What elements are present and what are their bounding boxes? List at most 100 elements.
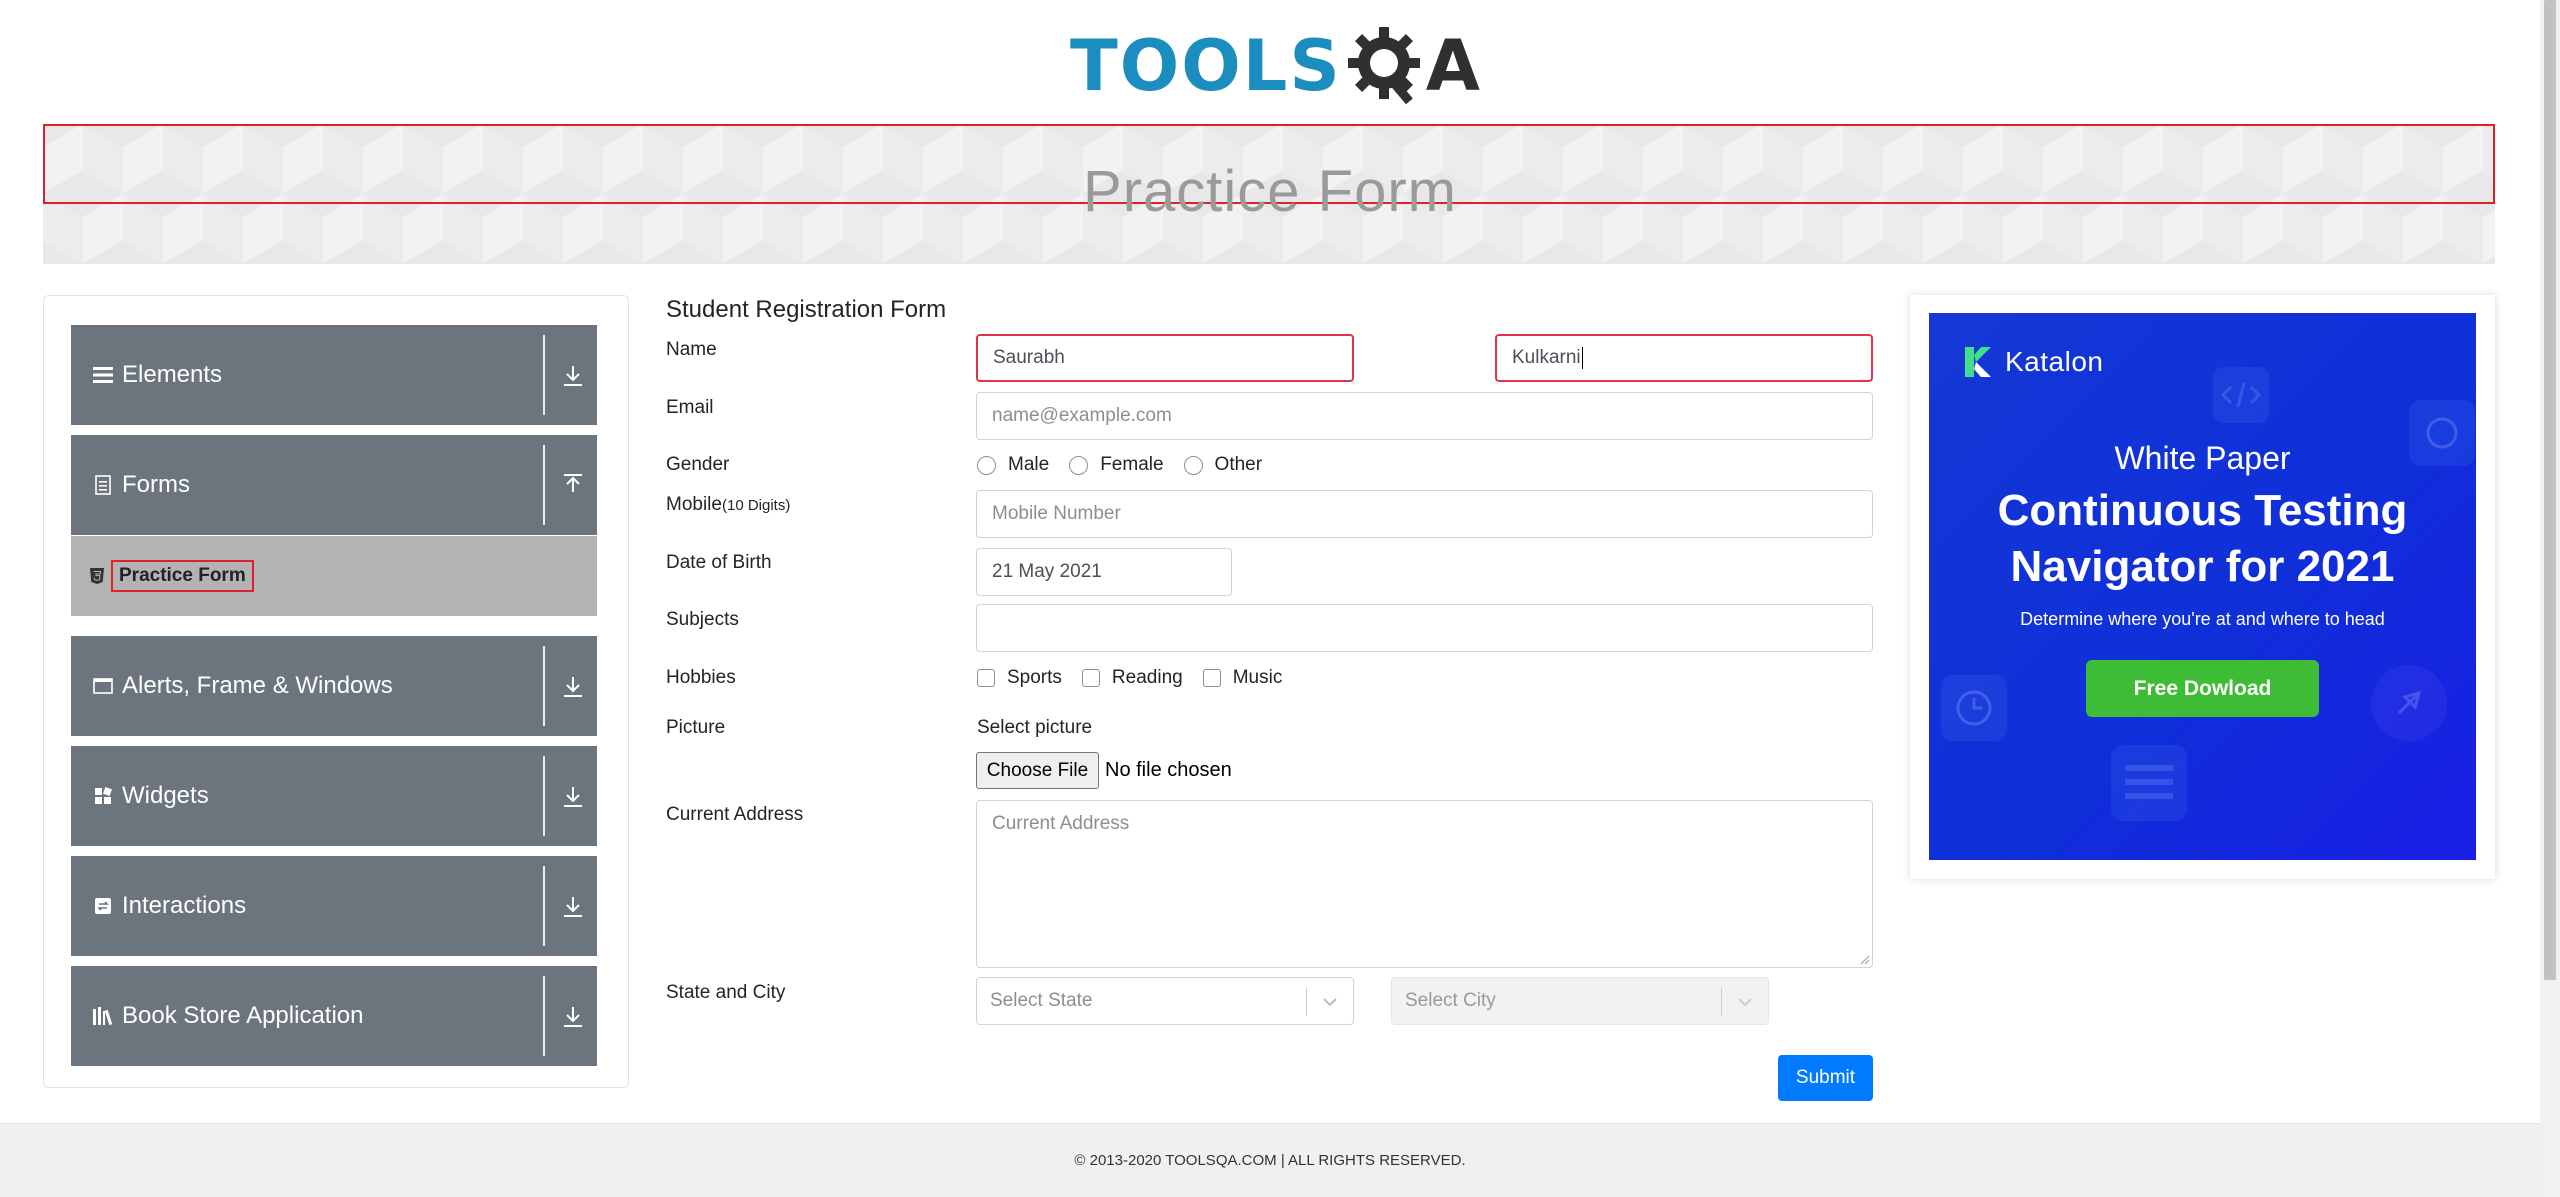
chevron-down-icon[interactable] — [1321, 993, 1339, 1011]
ad-subtext: Determine where you're at and where to h… — [2020, 609, 2385, 629]
checkbox-label[interactable]: Sports — [1007, 667, 1062, 689]
state-city-label: State and City — [666, 982, 786, 1003]
window-icon — [92, 675, 114, 697]
form-title: Student Registration Form — [666, 296, 947, 323]
divider — [543, 976, 545, 1056]
first-name-input[interactable]: Saurabh — [976, 334, 1354, 382]
download-arrow-icon[interactable] — [561, 1004, 585, 1030]
radio-label[interactable]: Other — [1215, 454, 1263, 476]
grid-icon — [92, 785, 114, 807]
picture-label: Picture — [666, 717, 726, 738]
text-cursor — [1581, 347, 1583, 369]
hobby-option-sports[interactable]: Sports — [977, 667, 1062, 689]
logo-text-tools: TOOLS — [1070, 25, 1342, 107]
scrollbar-thumb[interactable] — [2544, 0, 2556, 980]
checkbox[interactable] — [1202, 669, 1221, 687]
file-status-text: No file chosen — [1105, 759, 1232, 781]
logo-text-a: A — [1425, 25, 1480, 107]
vertical-scrollbar[interactable] — [2540, 0, 2560, 1197]
checkbox-label[interactable]: Reading — [1112, 667, 1183, 689]
state-select[interactable]: Select State — [976, 977, 1354, 1025]
select-picture-text: Select picture — [977, 717, 1093, 738]
hamburger-icon — [92, 364, 114, 386]
last-name-input[interactable]: Kulkarni — [1495, 334, 1873, 382]
books-icon — [92, 1005, 114, 1027]
divider — [1721, 988, 1722, 1016]
radio-button[interactable] — [977, 455, 996, 475]
sidebar-group-elements[interactable]: Elements — [71, 325, 597, 425]
divider — [1306, 988, 1307, 1016]
sidebar-group-book-store[interactable]: Book Store Application — [71, 966, 597, 1066]
radio-label[interactable]: Male — [1008, 454, 1049, 476]
submit-button[interactable]: Submit — [1778, 1055, 1873, 1101]
email-input[interactable]: name@example.com — [976, 392, 1873, 440]
state-select-placeholder: Select State — [990, 990, 1093, 1011]
sidebar-group-label: Elements — [122, 361, 223, 388]
radio-button[interactable] — [1069, 455, 1089, 475]
checkbox[interactable] — [1081, 669, 1100, 687]
ad-brand: Katalon — [2005, 346, 2104, 377]
city-select-placeholder: Select City — [1405, 990, 1496, 1011]
page-footer: © 2013-2020 TOOLSQA.COM | ALL RIGHTS RES… — [0, 1123, 2540, 1197]
hobby-option-music[interactable]: Music — [1202, 667, 1283, 689]
gender-radio-group: Male Female Other — [977, 454, 1282, 476]
hobbies-checkbox-group: Sports Reading Music — [977, 667, 1302, 689]
gender-label: Gender — [666, 454, 730, 475]
upload-arrow-icon[interactable] — [561, 473, 585, 499]
dob-label: Date of Birth — [666, 552, 772, 573]
ad-cta-button[interactable]: Free Dowload — [2086, 660, 2319, 717]
page: TOOLS A Practice Form Elements Forms Pra… — [0, 0, 2560, 1197]
date-of-birth-input[interactable]: 21 May 2021 — [976, 548, 1232, 596]
download-arrow-icon[interactable] — [561, 894, 585, 920]
resize-grip-icon[interactable] — [1860, 955, 1870, 965]
katalon-ad[interactable]: Katalon White Paper Continuous Testing N… — [1929, 313, 2476, 860]
mobile-input[interactable]: Mobile Number — [976, 490, 1873, 538]
sidebar-group-alerts[interactable]: Alerts, Frame & Windows — [71, 636, 597, 736]
hobby-option-reading[interactable]: Reading — [1081, 667, 1183, 689]
current-address-textarea[interactable]: Current Address — [976, 800, 1873, 968]
gender-option-female[interactable]: Female — [1069, 454, 1164, 476]
email-label: Email — [666, 397, 714, 418]
checkbox[interactable] — [977, 669, 995, 687]
divider — [543, 335, 545, 415]
sidebar-group-interactions[interactable]: Interactions — [71, 856, 597, 956]
sidebar-group-label: Book Store Application — [122, 1002, 364, 1029]
page-title: Practice Form — [1083, 159, 1457, 224]
gear-q-icon — [1344, 23, 1430, 109]
subjects-input[interactable] — [976, 604, 1873, 652]
sidebar-group-label: Alerts, Frame & Windows — [122, 672, 393, 699]
chevron-down-icon[interactable] — [1736, 993, 1754, 1011]
toolsqa-logo[interactable]: TOOLS A — [1070, 20, 1480, 112]
current-address-label: Current Address — [666, 804, 804, 825]
city-select[interactable]: Select City — [1391, 977, 1769, 1025]
clock-icon — [1941, 675, 2007, 741]
document-icon — [92, 474, 114, 496]
choose-file-button[interactable]: Choose File — [976, 752, 1099, 789]
sidebar-group-label: Widgets — [122, 782, 209, 809]
sidebar-group-widgets[interactable]: Widgets — [71, 746, 597, 846]
radio-button[interactable] — [1183, 455, 1203, 475]
ad-headline-line-2: Navigator for 2021 — [2010, 542, 2395, 591]
gender-option-male[interactable]: Male — [977, 454, 1049, 476]
name-label: Name — [666, 339, 717, 360]
download-arrow-icon[interactable] — [561, 784, 585, 810]
sidebar-group-forms[interactable]: Forms — [71, 435, 597, 535]
download-arrow-icon[interactable] — [561, 674, 585, 700]
checkbox-label[interactable]: Music — [1233, 667, 1283, 689]
gender-option-other[interactable]: Other — [1183, 454, 1263, 476]
code-icon — [2213, 367, 2269, 423]
textarea-placeholder: Current Address — [992, 813, 1130, 834]
footer-copyright: © 2013-2020 TOOLSQA.COM | ALL RIGHTS RES… — [1074, 1152, 1466, 1169]
last-name-value: Kulkarni — [1512, 347, 1581, 368]
swap-icon — [92, 895, 114, 917]
divider — [543, 866, 545, 946]
subjects-label: Subjects — [666, 609, 739, 630]
sidebar-item-practice-form[interactable]: Practice Form — [71, 536, 597, 616]
hobbies-label: Hobbies — [666, 667, 736, 688]
download-arrow-icon[interactable] — [561, 363, 585, 389]
divider — [543, 756, 545, 836]
divider — [543, 646, 545, 726]
radio-label[interactable]: Female — [1100, 454, 1163, 476]
mobile-label: Mobile(10 Digits) — [666, 494, 790, 516]
mobile-label-hint: (10 Digits) — [721, 497, 791, 514]
